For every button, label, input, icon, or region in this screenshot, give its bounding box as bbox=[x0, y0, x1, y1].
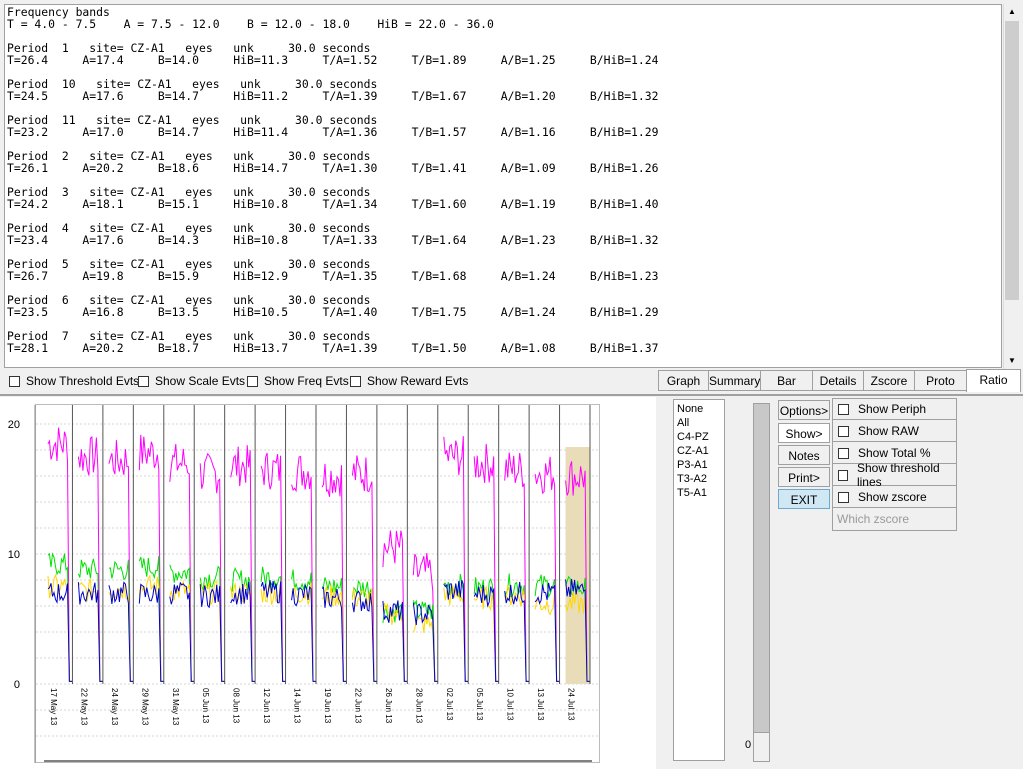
tab-details[interactable]: Details bbox=[812, 370, 864, 391]
tab-proto[interactable]: Proto bbox=[914, 370, 967, 391]
notes-button[interactable]: Notes bbox=[778, 445, 830, 465]
which-zscore-button[interactable]: Which zscore bbox=[834, 509, 958, 529]
view-tabs: Graph Summary Bar Details Zscore Proto R… bbox=[658, 369, 1021, 392]
session-label: 26 Jun 13 bbox=[384, 688, 393, 724]
session-label: 29 May 13 bbox=[140, 688, 149, 726]
slider-value: 0 bbox=[745, 739, 752, 751]
show-reward-evts-checkbox[interactable]: Show Reward Evts bbox=[350, 372, 468, 390]
session-label: 08 Jun 13 bbox=[232, 688, 241, 724]
session-label: 31 May 13 bbox=[171, 688, 180, 726]
session-label: 22 May 13 bbox=[79, 688, 88, 726]
site-item-c4-pz[interactable]: C4-PZ bbox=[677, 430, 721, 444]
show-zscore-checkbox[interactable]: Show zscore bbox=[834, 487, 955, 507]
show-total-percent-checkbox[interactable]: Show Total % bbox=[834, 443, 955, 463]
y-tick-label: 10 bbox=[8, 549, 20, 561]
show-scale-evts-checkbox[interactable]: Show Scale Evts bbox=[138, 372, 245, 390]
scroll-up-arrow-icon[interactable]: ▲ bbox=[1004, 4, 1020, 20]
vertical-slider[interactable] bbox=[753, 403, 770, 762]
checkbox-icon[interactable] bbox=[350, 375, 361, 387]
show-periph-checkbox[interactable]: Show Periph bbox=[834, 399, 955, 419]
session-label: 05 Jul 13 bbox=[475, 688, 484, 721]
separator bbox=[833, 441, 956, 442]
session-label: 28 Jun 13 bbox=[414, 688, 423, 724]
session-label: 22 Jun 13 bbox=[353, 688, 362, 724]
slider-knob[interactable] bbox=[754, 732, 769, 761]
report-scrollbar[interactable]: ▲ ▼ bbox=[1003, 4, 1020, 369]
show-freq-evts-checkbox[interactable]: Show Freq Evts bbox=[247, 372, 349, 390]
site-listbox[interactable]: None All C4-PZ CZ-A1 P3-A1 T3-A2 T5-A1 bbox=[673, 399, 725, 761]
checkbox-icon[interactable] bbox=[838, 469, 848, 481]
site-item-p3-a1[interactable]: P3-A1 bbox=[677, 458, 721, 472]
session-label: 05 Jun 13 bbox=[201, 688, 210, 724]
tab-graph[interactable]: Graph bbox=[658, 370, 709, 391]
y-tick-label: 0 bbox=[14, 679, 20, 691]
checkbox-icon[interactable] bbox=[247, 375, 258, 387]
checkbox-icon[interactable] bbox=[838, 447, 849, 459]
checkbox-icon[interactable] bbox=[838, 425, 849, 437]
report-text-pane[interactable]: Frequency bands T = 4.0 - 7.5 A = 7.5 - … bbox=[4, 4, 1002, 368]
tab-bar[interactable]: Bar bbox=[760, 370, 813, 391]
session-label: 14 Jun 13 bbox=[293, 688, 302, 724]
tab-zscore[interactable]: Zscore bbox=[863, 370, 915, 391]
pane-divider bbox=[0, 394, 1023, 396]
session-label: 24 Jul 13 bbox=[567, 688, 576, 721]
session-label: 13 Jul 13 bbox=[536, 688, 545, 721]
show-button[interactable]: Show> bbox=[778, 423, 830, 443]
separator bbox=[833, 419, 956, 420]
site-item-t5-a1[interactable]: T5-A1 bbox=[677, 486, 721, 500]
ratio-chart: 0 10 20 17 May 13 22 May 13 24 May 13 29 May 1… bbox=[8, 405, 598, 763]
site-item-none[interactable]: None bbox=[677, 402, 721, 416]
site-item-all[interactable]: All bbox=[677, 416, 721, 430]
show-threshold-lines-checkbox[interactable]: Show threshold lines bbox=[834, 461, 955, 489]
scrollbar-thumb[interactable] bbox=[1005, 21, 1019, 300]
scroll-down-arrow-icon[interactable]: ▼ bbox=[1004, 353, 1020, 369]
session-label: 12 Jun 13 bbox=[262, 688, 271, 724]
options-button[interactable]: Options> bbox=[778, 400, 830, 420]
session-label: 24 May 13 bbox=[110, 688, 119, 726]
site-item-t3-a2[interactable]: T3-A2 bbox=[677, 472, 721, 486]
show-threshold-evts-checkbox[interactable]: Show Threshold Evts bbox=[9, 372, 139, 390]
site-item-cz-a1[interactable]: CZ-A1 bbox=[677, 444, 721, 458]
session-label: 17 May 13 bbox=[49, 688, 58, 726]
session-label: 19 Jun 13 bbox=[323, 688, 332, 724]
checkbox-icon[interactable] bbox=[838, 491, 849, 503]
show-raw-checkbox[interactable]: Show RAW bbox=[834, 421, 955, 441]
session-label: 10 Jul 13 bbox=[506, 688, 515, 721]
session-label: 02 Jul 13 bbox=[445, 688, 454, 721]
tab-summary[interactable]: Summary bbox=[708, 370, 761, 391]
exit-button[interactable]: EXIT bbox=[778, 489, 830, 509]
checkbox-icon[interactable] bbox=[9, 375, 20, 387]
report-text: Frequency bands T = 4.0 - 7.5 A = 7.5 - … bbox=[7, 5, 659, 355]
checkbox-icon[interactable] bbox=[838, 403, 849, 415]
checkbox-icon[interactable] bbox=[138, 375, 149, 387]
y-tick-label: 20 bbox=[8, 419, 20, 431]
print-button[interactable]: Print> bbox=[778, 467, 830, 487]
separator bbox=[833, 507, 956, 508]
tab-ratio[interactable]: Ratio bbox=[966, 369, 1021, 392]
